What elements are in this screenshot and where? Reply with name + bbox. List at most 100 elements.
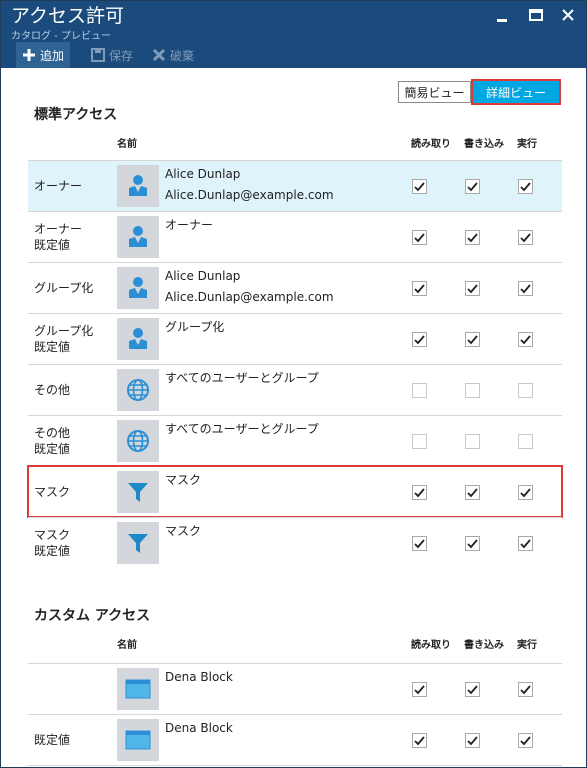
read-checkbox[interactable] — [412, 332, 427, 347]
table-row[interactable]: オーナー 既定値 オーナー — [28, 211, 562, 262]
row-label: オーナー 既定値 — [34, 222, 83, 252]
row-name: Dena Block — [165, 721, 233, 735]
row-name: Dena Block — [165, 670, 233, 684]
write-checkbox[interactable] — [465, 383, 480, 398]
table-row[interactable]: オーナー Alice Dunlap Alice.Dunlap@example.com — [28, 160, 562, 211]
row-label: グループ化 既定値 — [34, 324, 94, 354]
row-label: マスク — [34, 485, 71, 499]
write-checkbox[interactable] — [465, 485, 480, 500]
save-icon — [91, 48, 105, 62]
execute-checkbox[interactable] — [518, 281, 533, 296]
column-header-execute: 実行 — [517, 139, 537, 150]
simple-view-button[interactable]: 簡易ビュー — [398, 81, 471, 103]
write-checkbox[interactable] — [465, 536, 480, 551]
permissions-window: アクセス許可 カタログ - プレビュー 追加 保存 破棄 簡易ビュー 詳細ビュー… — [0, 0, 587, 768]
add-button[interactable]: 追加 — [16, 42, 71, 68]
row-email: Alice.Dunlap@example.com — [165, 188, 334, 202]
column-header-name: 名前 — [117, 139, 137, 150]
table-row[interactable]: その他 既定値 すべてのユーザーとグループ — [28, 415, 562, 466]
read-checkbox[interactable] — [412, 383, 427, 398]
write-checkbox[interactable] — [465, 332, 480, 347]
write-checkbox[interactable] — [465, 281, 480, 296]
user-icon — [117, 165, 159, 207]
read-checkbox[interactable] — [412, 179, 427, 194]
read-checkbox[interactable] — [412, 733, 427, 748]
user-icon — [117, 267, 159, 309]
execute-checkbox[interactable] — [518, 179, 533, 194]
execute-checkbox[interactable] — [518, 332, 533, 347]
table-row[interactable]: グループ化 Alice Dunlap Alice.Dunlap@example.co… — [28, 262, 562, 313]
row-name: マスク — [165, 524, 202, 538]
window-subtitle: カタログ - プレビュー — [11, 31, 111, 42]
row-label: その他 — [34, 383, 71, 397]
write-checkbox[interactable] — [465, 682, 480, 697]
discard-x-icon — [152, 48, 166, 62]
row-email: Alice.Dunlap@example.com — [165, 290, 334, 304]
read-checkbox[interactable] — [412, 536, 427, 551]
row-label: グループ化 — [34, 281, 94, 295]
close-icon[interactable] — [558, 7, 578, 23]
row-name: マスク — [165, 473, 202, 487]
detail-view-button[interactable]: 詳細ビュー — [471, 79, 561, 105]
filter-icon — [117, 471, 159, 513]
execute-checkbox[interactable] — [518, 733, 533, 748]
table-row[interactable]: 既定値 Dena Block — [28, 714, 562, 765]
write-checkbox[interactable] — [465, 733, 480, 748]
table-row[interactable]: Dena Block — [28, 663, 562, 714]
maximize-icon[interactable] — [526, 7, 546, 23]
execute-checkbox[interactable] — [518, 485, 533, 500]
column-header-write: 書き込み — [464, 139, 504, 150]
row-label: その他 既定値 — [34, 426, 71, 456]
row-name: オーナー — [165, 218, 214, 232]
custom-column-header-read: 読み取り — [411, 640, 451, 651]
custom-column-header-write: 書き込み — [464, 640, 504, 651]
execute-checkbox[interactable] — [518, 383, 533, 398]
globe-icon — [117, 420, 159, 462]
table-row[interactable]: グループ化 既定値 グループ化 — [28, 313, 562, 364]
read-checkbox[interactable] — [412, 230, 427, 245]
execute-checkbox[interactable] — [518, 536, 533, 551]
add-button-label: 追加 — [40, 48, 65, 63]
window-title: アクセス許可 — [11, 5, 125, 27]
row-name: すべてのユーザーとグループ — [165, 422, 319, 436]
save-button[interactable]: 保存 — [85, 42, 139, 68]
row-label: 既定値 — [34, 733, 71, 747]
execute-checkbox[interactable] — [518, 434, 533, 449]
globe-icon — [117, 369, 159, 411]
execute-checkbox[interactable] — [518, 230, 533, 245]
custom-column-header-name: 名前 — [117, 640, 137, 651]
title-bar: アクセス許可 カタログ - プレビュー 追加 保存 破棄 — [1, 1, 586, 68]
write-checkbox[interactable] — [465, 434, 480, 449]
row-label: オーナー — [34, 179, 83, 193]
row-name: グループ化 — [165, 320, 225, 334]
row-name: すべてのユーザーとグループ — [165, 371, 319, 385]
read-checkbox[interactable] — [412, 434, 427, 449]
save-button-label: 保存 — [109, 48, 134, 63]
write-checkbox[interactable] — [465, 179, 480, 194]
standard-access-title: 標準アクセス — [34, 107, 118, 123]
app-window-icon — [117, 719, 159, 761]
custom-column-header-execute: 実行 — [517, 640, 537, 651]
table-row[interactable]: マスク マスク — [27, 465, 563, 518]
read-checkbox[interactable] — [412, 485, 427, 500]
read-checkbox[interactable] — [412, 281, 427, 296]
user-icon — [117, 318, 159, 360]
custom-access-title: カスタム アクセス — [34, 608, 151, 624]
table-row[interactable]: マスク 既定値 マスク — [28, 517, 562, 568]
minimize-icon[interactable] — [492, 7, 512, 23]
plus-icon — [22, 48, 36, 62]
column-header-read: 読み取り — [411, 139, 451, 150]
row-name: Alice Dunlap — [165, 269, 241, 283]
filter-icon — [117, 522, 159, 564]
table-row[interactable]: その他 すべてのユーザーとグループ — [28, 364, 562, 415]
row-label: マスク 既定値 — [34, 528, 71, 558]
user-icon — [117, 216, 159, 258]
custom-table-bottom-divider — [28, 765, 562, 766]
discard-button[interactable]: 破棄 — [146, 42, 200, 68]
read-checkbox[interactable] — [412, 682, 427, 697]
app-window-icon — [117, 668, 159, 710]
row-name: Alice Dunlap — [165, 167, 241, 181]
execute-checkbox[interactable] — [518, 682, 533, 697]
discard-button-label: 破棄 — [170, 48, 195, 63]
write-checkbox[interactable] — [465, 230, 480, 245]
